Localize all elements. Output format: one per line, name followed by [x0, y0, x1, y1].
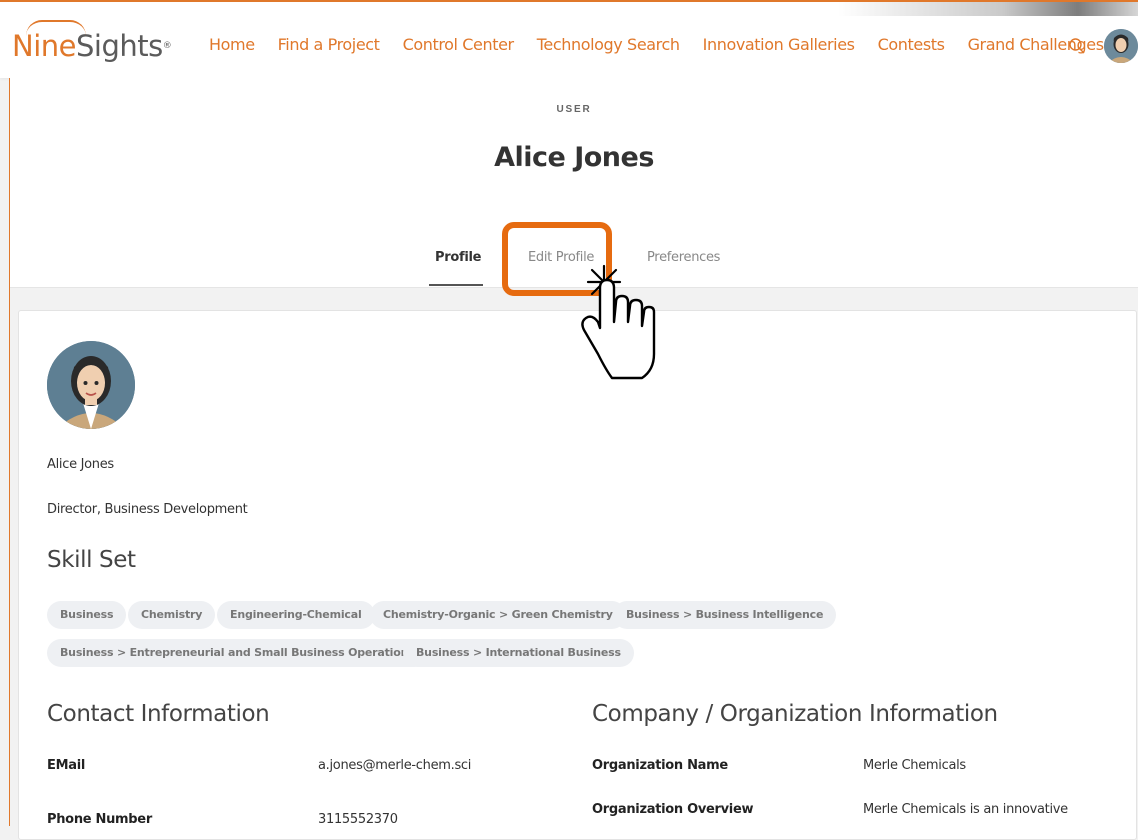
nav-control-center[interactable]: Control Center: [403, 35, 515, 54]
user-avatar[interactable]: [1104, 29, 1138, 63]
email-label: EMail: [47, 758, 86, 773]
page-title: Alice Jones: [494, 142, 654, 173]
nav-home[interactable]: Home: [209, 35, 255, 54]
phone-label: Phone Number: [47, 812, 152, 827]
logo-text-sights: Sights: [75, 29, 163, 63]
nav-contests[interactable]: Contests: [878, 35, 945, 54]
organization-name-label: Organization Name: [592, 758, 728, 773]
logo-registered-mark: ®: [162, 41, 172, 51]
skill-chip[interactable]: Business > Business Intelligence: [613, 601, 837, 629]
tab-profile[interactable]: Profile: [435, 250, 481, 265]
skill-chip[interactable]: Engineering-Chemical: [217, 601, 375, 629]
profile-card: Alice Jones Director, Business Developme…: [18, 310, 1137, 840]
header-decoration: [838, 2, 1138, 16]
profile-role: Director, Business Development: [47, 502, 248, 517]
ninesights-logo[interactable]: NineSights®: [12, 20, 172, 68]
main-nav: Home Find a Project Control Center Techn…: [209, 35, 1127, 54]
profile-name: Alice Jones: [47, 457, 114, 472]
nav-find-a-project[interactable]: Find a Project: [278, 35, 380, 54]
organization-name-value: Merle Chemicals: [863, 758, 966, 773]
page-kicker: USER: [556, 104, 592, 115]
nav-innovation-galleries[interactable]: Innovation Galleries: [703, 35, 855, 54]
skill-chip[interactable]: Chemistry-Organic > Green Chemistry: [370, 601, 626, 629]
logo-swoosh: [26, 20, 86, 36]
organization-overview-label: Organization Overview: [592, 802, 754, 817]
organization-overview-value: Merle Chemicals is an innovative: [863, 802, 1068, 817]
organization-info-heading: Company / Organization Information: [592, 701, 998, 727]
active-tab-underline: [429, 284, 483, 286]
skill-chip[interactable]: Business > Entrepreneurial and Small Bus…: [47, 639, 428, 667]
contact-info-heading: Contact Information: [47, 701, 270, 727]
skill-set-heading: Skill Set: [47, 547, 136, 573]
skill-chip[interactable]: Business > International Business: [403, 639, 634, 667]
top-navigation-bar: NineSights® Home Find a Project Control …: [0, 0, 1138, 78]
hand-pointer-icon: [581, 264, 656, 380]
profile-avatar: [47, 341, 135, 429]
skill-chip[interactable]: Chemistry: [128, 601, 216, 629]
skill-chip[interactable]: Business: [47, 601, 127, 629]
search-icon[interactable]: [1068, 37, 1086, 55]
phone-value: 3115552370: [318, 812, 398, 827]
email-value: a.jones@merle-chem.sci: [318, 758, 472, 773]
nav-technology-search[interactable]: Technology Search: [537, 35, 680, 54]
